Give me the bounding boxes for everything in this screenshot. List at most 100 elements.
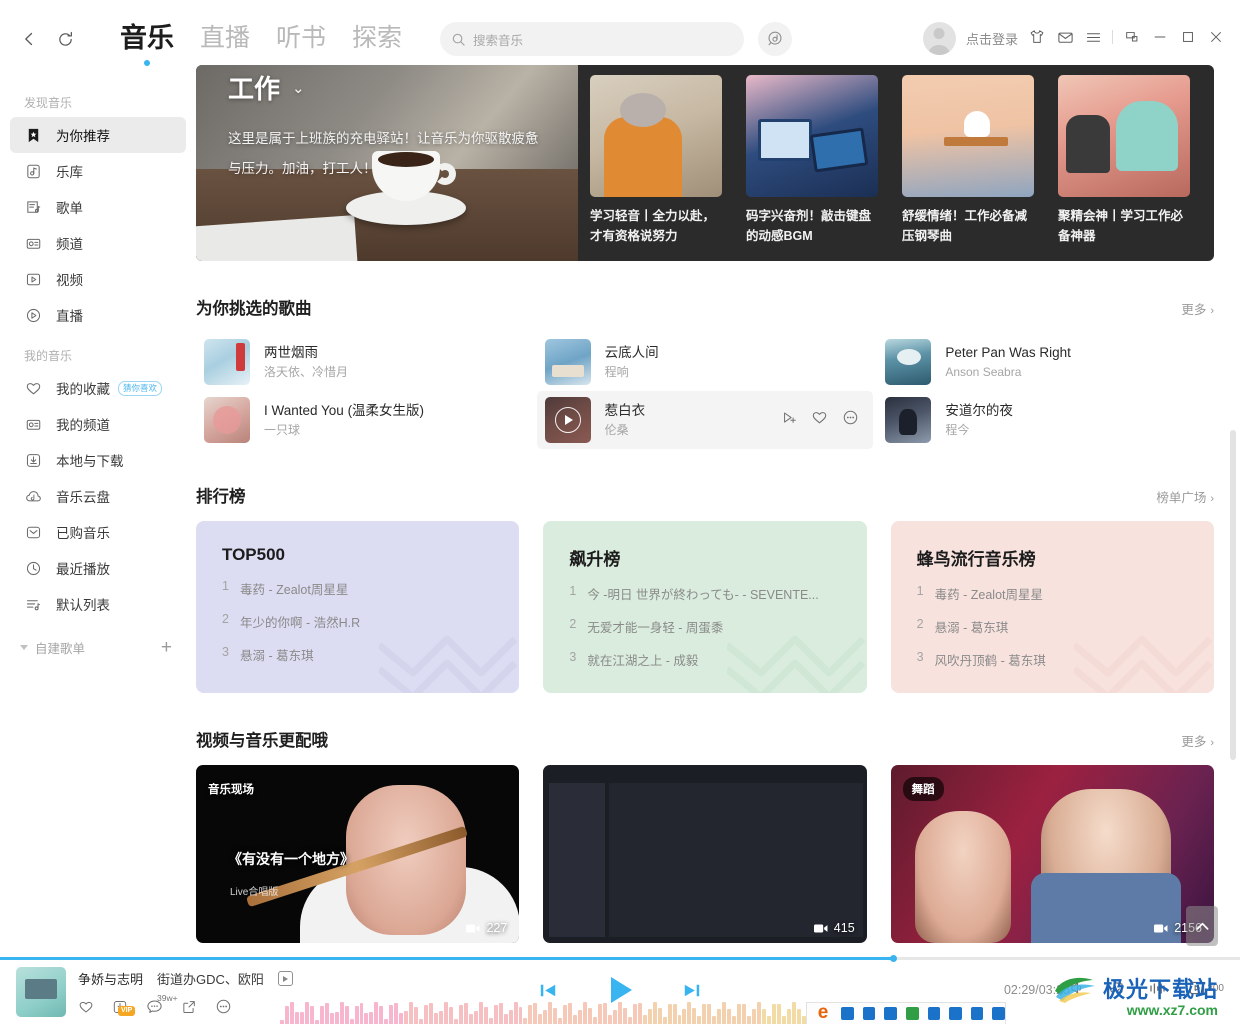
progress-bar[interactable]	[0, 955, 1240, 962]
sidebar-item-default-list[interactable]: 默认列表	[10, 586, 186, 622]
sidebar-item-channels[interactable]: 频道	[10, 225, 186, 261]
player-song-title[interactable]: 争娇与志明	[78, 969, 143, 988]
heart-icon[interactable]	[811, 409, 828, 431]
sidebar-item-recent[interactable]: 最近播放	[10, 550, 186, 586]
sidebar-item-purchased[interactable]: 已购音乐	[10, 514, 186, 550]
taskbar-icon[interactable]	[970, 1007, 984, 1020]
maximize-button[interactable]	[1174, 22, 1202, 52]
share-button[interactable]	[181, 999, 197, 1015]
song-row[interactable]: 安道尔的夜 程今	[877, 391, 1214, 449]
decorative-wave	[1074, 635, 1213, 693]
taskbar-icon[interactable]	[905, 1007, 919, 1020]
taskbar-icon[interactable]	[992, 1007, 1005, 1020]
sidebar-item-my-channels[interactable]: 我的频道	[10, 406, 186, 442]
music-app-window: 音乐 直播 听书 探索 搜索音乐 点击登录 发现音乐 为你推荐 乐库 歌单 频道…	[0, 0, 1240, 1024]
more-options-icon[interactable]	[842, 409, 859, 431]
next-button[interactable]	[679, 978, 704, 1003]
download-button[interactable]: VIP	[112, 999, 136, 1016]
plus-icon[interactable]: +	[161, 638, 172, 657]
sidebar-item-videos[interactable]: 视频	[10, 261, 186, 297]
mail-button[interactable]	[1051, 22, 1079, 52]
songs-more-link[interactable]: 更多 ›	[1181, 299, 1214, 318]
banner-card[interactable]: 聚精会神丨学习工作必备神器	[1046, 75, 1202, 246]
menu-button[interactable]	[1079, 22, 1107, 52]
song-title: 惹白衣	[604, 403, 646, 418]
rank-number: 3	[222, 645, 229, 659]
rank-card[interactable]: 飙升榜 1 今 -明日 世界が終わっても- - SEVENTE... 2 无爱才能一…	[543, 521, 867, 693]
close-button[interactable]	[1202, 22, 1230, 52]
volume-button[interactable]	[1068, 979, 1086, 997]
sidebar-item-playlists[interactable]: 歌单	[10, 189, 186, 225]
voice-search-button[interactable]	[758, 22, 793, 56]
taskbar-browser-icon[interactable]: e	[806, 1002, 840, 1024]
video-card[interactable]: 音乐现场 《有没有一个地方》 Live合唱版 227	[196, 765, 520, 943]
content-scrollbar[interactable]	[1230, 430, 1236, 760]
comment-button[interactable]: 39w+	[146, 993, 178, 1015]
sidebar-item-cloud-disk[interactable]: 音乐云盘	[10, 478, 186, 514]
rank-item[interactable]: 1 毒药 - Zealot周星星	[917, 584, 1188, 603]
video-camera-icon	[813, 923, 828, 933]
tab-explore[interactable]: 探索	[352, 23, 402, 55]
tshirt-button[interactable]	[1023, 22, 1051, 52]
song-row[interactable]: 两世烟雨 洛天依、冷惜月	[196, 333, 533, 391]
custom-playlists-header[interactable]: 自建歌单 +	[0, 630, 196, 664]
sidebar-item-local-downloads[interactable]: 本地与下载	[10, 442, 186, 478]
song-row[interactable]: 惹白衣 伦桑	[536, 391, 874, 449]
taskbar-icon[interactable]	[884, 1007, 897, 1020]
rank-number: 2	[222, 612, 229, 626]
song-row[interactable]: 云底人间 程响	[537, 333, 874, 391]
rank-card[interactable]: TOP500 1 毒药 - Zealot周星星 2 年少的你啊 - 浩然H.R 3悬…	[196, 521, 520, 693]
sidebar-item-favorites[interactable]: 我的收藏 猜你喜欢	[10, 370, 186, 406]
play-circle-icon[interactable]	[554, 407, 581, 433]
video-count-label: 415	[833, 921, 855, 935]
tab-audiobook[interactable]: 听书	[276, 23, 326, 55]
sound-effect-button[interactable]	[1148, 979, 1166, 997]
progress-knob[interactable]	[889, 955, 897, 962]
sidebar-item-live[interactable]: 直播	[10, 297, 186, 333]
mini-window-button[interactable]	[1118, 22, 1146, 52]
add-to-playlist-icon[interactable]	[781, 410, 797, 431]
rank-item[interactable]: 1 毒药 - Zealot周星星	[222, 579, 493, 598]
back-to-top-button[interactable]	[1186, 906, 1218, 946]
search-box[interactable]: 搜索音乐	[440, 22, 745, 56]
taskbar-icon[interactable]	[841, 1007, 854, 1020]
player-artist[interactable]: 街道办GDC、欧阳	[157, 969, 264, 988]
song-cover[interactable]	[544, 397, 591, 443]
sidebar-item-library[interactable]: 乐库	[10, 153, 186, 189]
sidebar-item-label: 直播	[56, 309, 83, 324]
taskbar-icon[interactable]	[927, 1007, 941, 1020]
menu-icon	[1086, 32, 1100, 42]
rank-more-link[interactable]: 榜单广场 ›	[1156, 487, 1214, 506]
queue-button[interactable]: 300	[1188, 979, 1224, 997]
chevron-down-icon[interactable]: ⌄	[292, 79, 305, 97]
tab-live[interactable]: 直播	[200, 23, 250, 55]
song-artist: 一只球	[264, 423, 301, 437]
banner-card[interactable]: 舒缓情绪！工作必备减压钢琴曲	[890, 75, 1046, 246]
previous-button[interactable]	[536, 978, 561, 1003]
banner-card[interactable]: 学习轻音丨全力以赴，才有资格说努力	[578, 75, 734, 246]
minimize-button[interactable]	[1146, 22, 1174, 52]
song-row[interactable]: Peter Pan Was Right Anson Seabra	[877, 333, 1214, 391]
taskbar-icon[interactable]	[862, 1007, 876, 1020]
taskbar-icon[interactable]	[949, 1007, 962, 1020]
video-more-link[interactable]: 更多 ›	[1181, 731, 1214, 750]
more-button[interactable]	[215, 998, 232, 1015]
banner-card[interactable]: 码字兴奋剂！敲击键盘的动感BGM	[734, 75, 890, 246]
favorite-button[interactable]	[78, 999, 94, 1015]
rank-item[interactable]: 1 今 -明日 世界が終わっても- - SEVENTE...	[569, 584, 840, 603]
rank-card[interactable]: 蜂鸟流行音乐榜 1 毒药 - Zealot周星星 2 悬溺 - 葛东琪 3 风吹丹顶鹤…	[890, 521, 1214, 693]
lyrics-button[interactable]	[1108, 979, 1126, 997]
sidebar-item-for-you[interactable]: 为你推荐	[10, 117, 186, 153]
mv-icon[interactable]	[277, 971, 293, 986]
player-cover[interactable]	[16, 967, 66, 1017]
video-card[interactable]: 415	[543, 765, 867, 943]
song-row[interactable]: I Wanted You (温柔女生版) 一只球	[196, 391, 533, 449]
rank-text: 年少的你啊 - 浩然H.R	[240, 616, 361, 630]
back-button[interactable]	[14, 24, 44, 54]
tab-music[interactable]: 音乐	[120, 23, 174, 66]
user-login-area[interactable]: 点击登录	[922, 22, 1018, 55]
play-button[interactable]	[601, 971, 639, 1009]
refresh-button[interactable]	[50, 24, 80, 54]
video-card[interactable]: 舞蹈 2156	[890, 765, 1214, 943]
featured-banner[interactable]: 工作 ⌄ 这里是属于上班族的充电驿站！让音乐为你驱散疲惫与压力。加油，打工人！ …	[196, 65, 1214, 261]
